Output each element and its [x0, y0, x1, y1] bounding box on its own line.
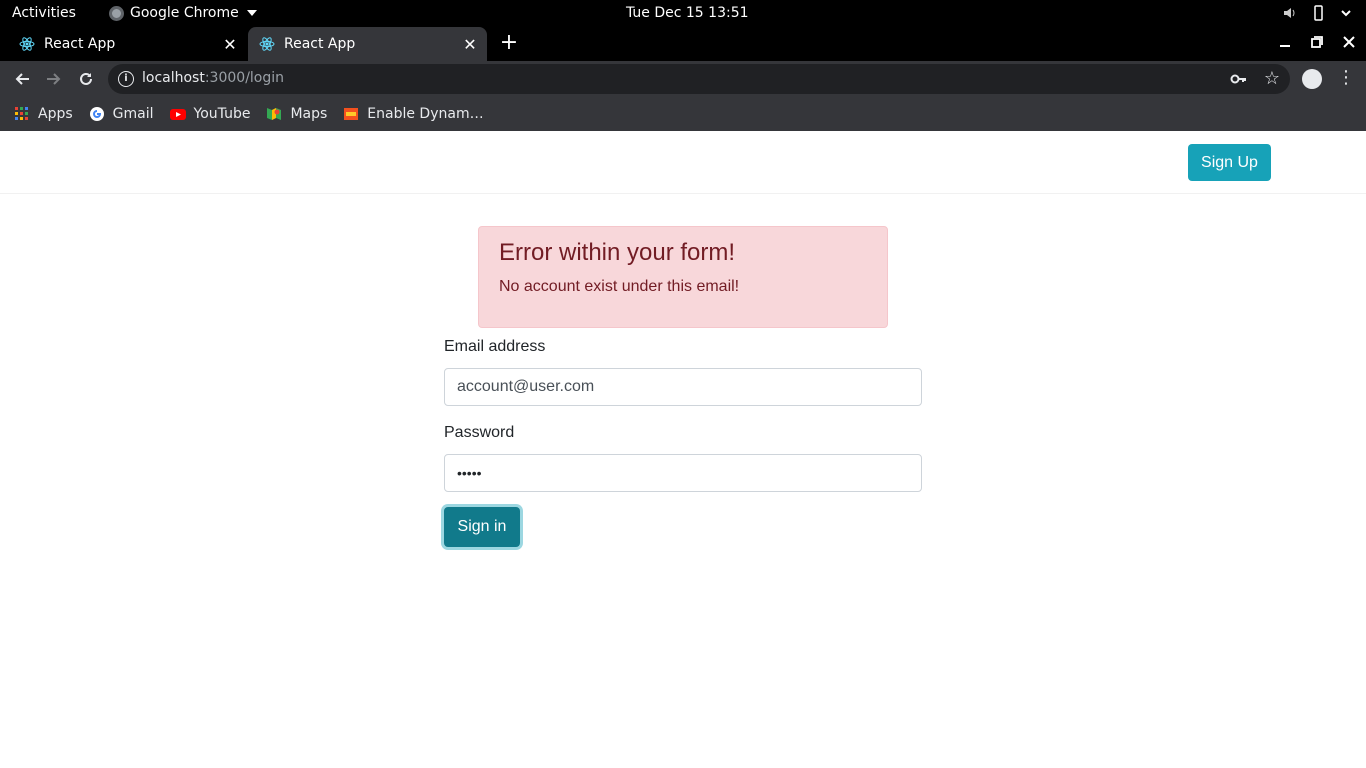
bookmarks-bar: Apps Gmail YouTube Maps Enable Dynam… [0, 97, 1366, 131]
power-menu-icon [1338, 5, 1354, 21]
bookmark-star-icon[interactable]: ☆ [1264, 68, 1280, 89]
email-field[interactable]: account@user.com [444, 368, 922, 406]
app-navbar: Sign Up [0, 131, 1366, 194]
bookmark-gmail[interactable]: Gmail [89, 106, 154, 122]
close-tab-icon[interactable]: ✕ [219, 33, 241, 55]
bookmark-label: Enable Dynam… [367, 106, 484, 122]
system-top-bar: Activities Google Chrome Tue Dec 15 13:5… [0, 0, 1366, 27]
close-window-icon[interactable] [1340, 33, 1358, 51]
system-tray[interactable] [1282, 5, 1354, 21]
address-bar[interactable]: i localhost:3000/login ☆ [108, 64, 1290, 94]
react-icon [259, 36, 275, 52]
key-icon[interactable] [1230, 70, 1248, 88]
password-label: Password [444, 424, 515, 441]
bookmark-maps[interactable]: Maps [266, 106, 327, 122]
google-icon [89, 106, 105, 122]
tab-title: React App [284, 36, 356, 52]
url-text[interactable]: localhost:3000/login [142, 70, 284, 86]
maps-icon [266, 106, 282, 122]
forward-icon[interactable] [42, 67, 66, 91]
page-content: Sign Up Error within your form! No accou… [0, 131, 1366, 768]
alert-heading: Error within your form! [499, 239, 736, 266]
tab-title: React App [44, 36, 116, 52]
bookmark-enable-dynamic[interactable]: Enable Dynam… [343, 106, 484, 122]
react-icon [19, 36, 35, 52]
close-tab-icon[interactable]: ✕ [459, 33, 481, 55]
bookmark-label: Gmail [112, 106, 154, 122]
app-menu[interactable]: Google Chrome [109, 5, 257, 21]
volume-icon [1282, 5, 1298, 21]
app-menu-label: Google Chrome [130, 5, 239, 21]
minimize-icon[interactable] [1276, 33, 1294, 51]
bookmark-apps[interactable]: Apps [14, 106, 73, 122]
window-controls [1276, 33, 1358, 51]
activities-button[interactable]: Activities [12, 5, 76, 21]
site-info-icon[interactable]: i [118, 71, 134, 87]
reload-icon[interactable] [74, 67, 98, 91]
clock[interactable]: Tue Dec 15 13:51 [626, 5, 749, 21]
password-field[interactable]: ••••• [444, 454, 922, 492]
bookmark-label: YouTube [193, 106, 251, 122]
bookmark-label: Maps [290, 106, 328, 122]
error-alert: Error within your form! No account exist… [478, 226, 888, 328]
alert-message: No account exist under this email! [499, 278, 740, 295]
sign-up-button[interactable]: Sign Up [1188, 144, 1271, 181]
caret-down-icon [246, 10, 257, 16]
tab-react-app-2[interactable]: React App ✕ [248, 27, 487, 61]
browser-toolbar: i localhost:3000/login ☆ ⋮ [0, 61, 1366, 97]
youtube-icon [169, 106, 186, 122]
extension-icon [343, 106, 359, 122]
restore-icon[interactable] [1308, 33, 1326, 51]
chrome-menu-icon[interactable]: ⋮ [1337, 67, 1355, 88]
email-label: Email address [444, 338, 546, 355]
url-path: :3000/login [204, 70, 285, 86]
back-icon[interactable] [10, 67, 34, 91]
profile-avatar-icon[interactable] [1302, 69, 1322, 89]
new-tab-icon[interactable]: + [497, 32, 521, 56]
rotation-lock-icon [1310, 5, 1326, 21]
bookmark-label: Apps [38, 106, 73, 122]
url-host: localhost [142, 70, 205, 86]
tab-react-app-1[interactable]: React App ✕ [8, 27, 247, 61]
sign-in-button[interactable]: Sign in [444, 507, 520, 547]
tab-strip: React App ✕ React App ✕ + [0, 27, 1366, 61]
apps-grid-icon [14, 106, 30, 122]
bookmark-youtube[interactable]: YouTube [169, 106, 251, 122]
chrome-icon [109, 5, 124, 21]
